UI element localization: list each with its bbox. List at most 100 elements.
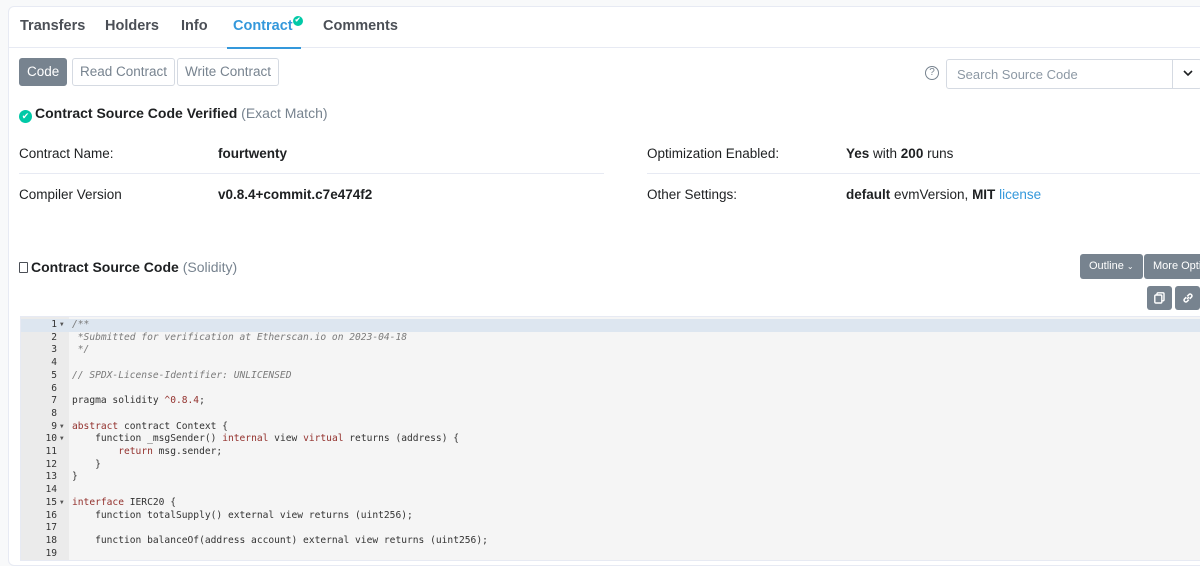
- optimization-runs: 200: [900, 146, 924, 161]
- outline-button[interactable]: Outline ⌄: [1080, 254, 1143, 279]
- outline-label: Outline: [1089, 260, 1124, 272]
- verified-match: (Exact Match): [241, 105, 328, 121]
- code-text: function totalSupply() external view ret…: [72, 509, 413, 521]
- verified-title: Contract Source Code Verified: [35, 105, 238, 121]
- contract-name-value: fourtwenty: [218, 146, 287, 161]
- line-number: 16: [45, 509, 57, 521]
- copy-button[interactable]: [1147, 286, 1172, 310]
- code-line: 10 ▼ function _msgSender() internal view …: [21, 433, 1200, 446]
- line-number: 13: [45, 471, 57, 483]
- code-line: 11 return msg.sender;: [21, 446, 1200, 459]
- code-line: 2 *Submitted for verification at Ethersc…: [21, 332, 1200, 345]
- source-code-title: Contract Source Code: [31, 259, 179, 275]
- optimization-value: Yes with 200 runs: [846, 146, 953, 161]
- code-button[interactable]: Code: [19, 58, 68, 86]
- tab-contract-label: Contract: [233, 18, 293, 34]
- verified-check-icon: ✔: [19, 110, 32, 123]
- verified-status: ✔ Contract Source Code Verified (Exact Ma…: [19, 105, 328, 123]
- code-line: 8: [21, 408, 1200, 421]
- optimization-yes: Yes: [846, 146, 870, 161]
- fold-arrow-icon[interactable]: ▼: [60, 319, 64, 332]
- line-number: 10: [45, 433, 57, 445]
- code-text: /**: [72, 319, 90, 330]
- search-dropdown-toggle[interactable]: [1172, 60, 1200, 88]
- file-code-icon: [19, 262, 28, 273]
- line-number: 1: [51, 319, 57, 330]
- divider: [647, 173, 1200, 174]
- code-line: 1 ▼ /**: [21, 319, 1200, 332]
- chevron-down-icon: [1183, 70, 1193, 77]
- line-number: 8: [51, 407, 57, 419]
- code-line: 4: [21, 357, 1200, 370]
- line-number: 2: [51, 331, 57, 343]
- divider: [19, 173, 604, 174]
- tab-info[interactable]: Info: [181, 7, 208, 48]
- tab-holders[interactable]: Holders: [105, 7, 159, 48]
- code-text: }: [72, 458, 101, 470]
- line-number: 19: [45, 547, 57, 559]
- contract-card: Transfers Holders Info Contract ✔ Commen…: [8, 6, 1200, 566]
- line-number: 12: [45, 458, 57, 470]
- line-number: 4: [51, 357, 57, 369]
- link-icon: [1183, 293, 1193, 303]
- code-text: function _msgSender() internal view virt…: [72, 433, 460, 445]
- compiler-version-value: v0.8.4+commit.c7e474f2: [218, 187, 373, 202]
- tab-comments[interactable]: Comments: [323, 7, 398, 48]
- verified-check-icon: ✔: [292, 16, 303, 26]
- code-line: 9 ▼ abstract contract Context {: [21, 421, 1200, 434]
- license-link[interactable]: license: [999, 187, 1041, 202]
- code-line: 19: [21, 547, 1200, 560]
- line-number: 9: [51, 420, 57, 432]
- more-options-button[interactable]: More Options: [1144, 254, 1200, 279]
- code-line: 5 // SPDX-License-Identifier: UNLICENSED: [21, 370, 1200, 383]
- code-text: interface IERC20 {: [72, 496, 176, 508]
- line-number: 5: [51, 369, 57, 381]
- tab-bar: Transfers Holders Info Contract ✔ Commen…: [9, 7, 1200, 49]
- code-line: 3 */: [21, 344, 1200, 357]
- optimization-runs-suffix: runs: [923, 146, 954, 161]
- code-line: 16 function totalSupply() external view …: [21, 510, 1200, 523]
- settings-mit: MIT: [972, 187, 996, 202]
- read-contract-button[interactable]: Read Contract: [72, 58, 176, 86]
- code-text: return msg.sender;: [118, 446, 223, 457]
- contract-name-label: Contract Name:: [19, 146, 114, 161]
- caret-down-icon: ⌄: [1126, 262, 1134, 271]
- code-text: function balanceOf(address account) exte…: [72, 534, 488, 546]
- help-icon[interactable]: ?: [925, 66, 939, 80]
- compiler-version-label: Compiler Version: [19, 187, 122, 202]
- line-number: 14: [45, 484, 57, 496]
- code-line: 13}: [21, 471, 1200, 484]
- code-text: // SPDX-License-Identifier: UNLICENSED: [72, 369, 292, 381]
- fold-arrow-icon[interactable]: ▼: [60, 433, 64, 446]
- line-number: 17: [45, 522, 57, 534]
- code-text: abstract contract Context {: [72, 420, 228, 432]
- search-input[interactable]: [947, 60, 1172, 88]
- code-text: *Submitted for verification at Etherscan…: [72, 331, 408, 343]
- settings-evm: evmVersion,: [890, 187, 973, 202]
- fold-arrow-icon[interactable]: ▼: [60, 421, 64, 434]
- fold-arrow-icon[interactable]: ▼: [60, 497, 64, 510]
- line-number: 6: [51, 382, 57, 394]
- code-line: 6: [21, 383, 1200, 396]
- copy-icon: [1154, 292, 1165, 304]
- link-button[interactable]: [1175, 286, 1200, 310]
- tab-transfers[interactable]: Transfers: [20, 7, 85, 48]
- line-number: 15: [45, 496, 57, 508]
- write-contract-button[interactable]: Write Contract: [177, 58, 280, 86]
- other-settings-value: default evmVersion, MIT license: [846, 187, 1041, 202]
- code-text: }: [72, 471, 78, 483]
- code-line: 18 function balanceOf(address account) e…: [21, 535, 1200, 548]
- optimization-label: Optimization Enabled:: [647, 146, 780, 161]
- line-number: 7: [51, 395, 57, 407]
- source-code-lang: (Solidity): [182, 259, 238, 275]
- line-number: 18: [45, 534, 57, 546]
- source-code-editor[interactable]: 1 ▼/** 2 *Submitted for verification at Et…: [20, 316, 1200, 561]
- code-line: 15 ▼ interface IERC20 {: [21, 497, 1200, 510]
- line-number: 11: [45, 446, 57, 457]
- tab-contract[interactable]: Contract ✔: [227, 7, 303, 49]
- optimization-with: with: [869, 146, 901, 161]
- code-line: 7 pragma solidity ^0.8.4;: [21, 395, 1200, 408]
- code-text: */: [72, 344, 90, 356]
- code-line: 14: [21, 484, 1200, 497]
- other-settings-label: Other Settings:: [647, 187, 738, 202]
